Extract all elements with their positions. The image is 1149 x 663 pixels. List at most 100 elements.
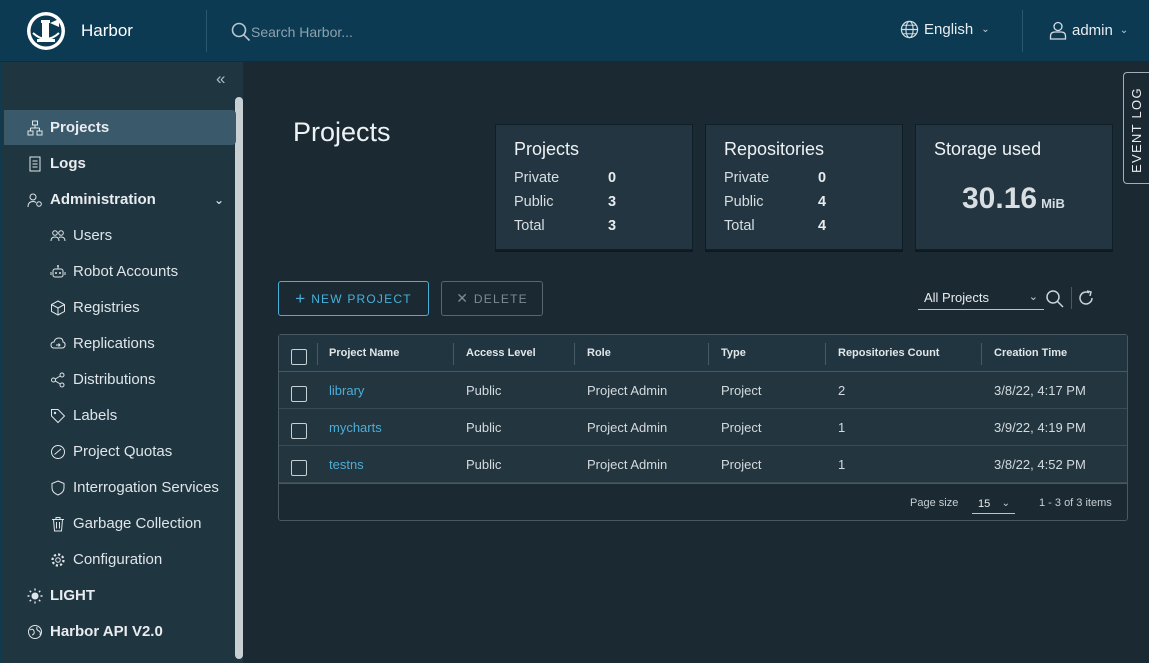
search-input[interactable] bbox=[251, 21, 551, 43]
projects-summary-card: Projects Private 0 Public 3 Total 3 bbox=[495, 124, 693, 250]
sidebar-item-labels[interactable]: Labels bbox=[4, 398, 236, 433]
delete-button[interactable]: ✕ DELETE bbox=[441, 281, 543, 316]
sidebar-item-garbage-collection[interactable]: Garbage Collection bbox=[4, 506, 236, 541]
sidebar-item-label: Users bbox=[73, 227, 113, 244]
column-header-type[interactable]: Type bbox=[721, 335, 746, 372]
app-name[interactable]: Harbor bbox=[81, 21, 133, 41]
user-menu[interactable]: admin ⌄ bbox=[1048, 20, 1128, 40]
harbor-logo-icon[interactable] bbox=[26, 11, 66, 51]
column-header-access-level[interactable]: Access Level bbox=[466, 335, 536, 372]
sidebar-item-users[interactable]: Users bbox=[4, 218, 236, 253]
card-label: Public bbox=[724, 194, 764, 210]
sidebar-item-label: Labels bbox=[73, 407, 118, 424]
toolbar-divider bbox=[1071, 287, 1072, 309]
sidebar-item-label: Distributions bbox=[73, 371, 156, 388]
header-divider bbox=[1022, 10, 1023, 52]
project-name-link[interactable]: testns bbox=[329, 446, 364, 483]
access-level-cell: Public bbox=[466, 457, 502, 472]
row-checkbox[interactable] bbox=[291, 423, 307, 439]
card-label: Private bbox=[724, 170, 770, 186]
sidebar-item-label: Harbor API V2.0 bbox=[50, 623, 163, 640]
sidebar-item-interrogation-services[interactable]: Interrogation Services bbox=[4, 470, 236, 505]
replications-icon bbox=[50, 336, 66, 348]
search-icon[interactable] bbox=[231, 22, 251, 42]
chevron-down-icon: ⌄ bbox=[1001, 498, 1010, 509]
double-chevron-left-icon[interactable]: « bbox=[216, 70, 236, 88]
column-divider[interactable] bbox=[453, 343, 454, 365]
new-project-button[interactable]: + NEW PROJECT bbox=[278, 281, 429, 316]
sidebar-item-registries[interactable]: Registries bbox=[4, 290, 236, 325]
sidebar-item-label: Garbage Collection bbox=[73, 515, 202, 532]
project-name-link[interactable]: mycharts bbox=[329, 409, 382, 446]
robot-icon bbox=[50, 264, 66, 277]
sidebar-item-robot-accounts[interactable]: Robot Accounts bbox=[4, 254, 236, 289]
column-divider[interactable] bbox=[825, 343, 826, 365]
trash-icon bbox=[52, 516, 64, 531]
distributions-icon bbox=[51, 372, 65, 387]
sidebar-item-label: Robot Accounts bbox=[73, 263, 179, 280]
column-header-project-name[interactable]: Project Name bbox=[329, 335, 399, 372]
sidebar-item-project-quotas[interactable]: Project Quotas bbox=[4, 434, 236, 469]
delete-label: DELETE bbox=[473, 291, 528, 306]
repositories-total-count[interactable]: 4 bbox=[818, 218, 826, 234]
sidebar-item-label: Logs bbox=[50, 155, 86, 172]
column-header-repositories-count[interactable]: Repositories Count bbox=[838, 335, 939, 372]
sidebar: « Projects Logs Administration ⌄ Users R… bbox=[0, 62, 243, 663]
projects-private-count[interactable]: 0 bbox=[608, 170, 616, 186]
table-row[interactable]: library Public Project Admin Project 2 3… bbox=[279, 372, 1127, 409]
page-size-value: 15 bbox=[978, 498, 991, 510]
row-checkbox[interactable] bbox=[291, 460, 307, 476]
card-label: Public bbox=[514, 194, 554, 210]
column-divider[interactable] bbox=[574, 343, 575, 365]
sidebar-item-replications[interactable]: Replications bbox=[4, 326, 236, 361]
column-header-role[interactable]: Role bbox=[587, 335, 611, 372]
sidebar-item-label: Registries bbox=[73, 299, 140, 316]
language-selector[interactable]: English ⌄ bbox=[900, 20, 990, 39]
sidebar-item-label: Projects bbox=[50, 119, 110, 136]
globe-icon bbox=[900, 20, 919, 39]
close-icon: ✕ bbox=[456, 290, 468, 306]
repositories-public-count[interactable]: 4 bbox=[818, 194, 826, 210]
sidebar-item-administration[interactable]: Administration ⌄ bbox=[4, 182, 236, 217]
column-header-creation-time[interactable]: Creation Time bbox=[994, 335, 1067, 372]
column-divider[interactable] bbox=[981, 343, 982, 365]
sidebar-item-distributions[interactable]: Distributions bbox=[4, 362, 236, 397]
access-level-cell: Public bbox=[466, 420, 502, 435]
row-checkbox[interactable] bbox=[291, 386, 307, 402]
table-row[interactable]: testns Public Project Admin Project 1 3/… bbox=[279, 446, 1127, 483]
sidebar-item-label: Administration bbox=[50, 191, 156, 208]
sidebar-item-label: LIGHT bbox=[50, 587, 95, 604]
logs-icon bbox=[29, 156, 41, 171]
repositories-count-cell: 1 bbox=[838, 457, 846, 472]
project-name-link[interactable]: library bbox=[329, 372, 364, 409]
repositories-count-cell: 2 bbox=[838, 383, 846, 398]
sidebar-item-theme-toggle[interactable]: LIGHT bbox=[4, 578, 236, 613]
project-filter-select[interactable]: All Projects ⌄ bbox=[918, 288, 1044, 310]
pagination-count: 1 - 3 of 3 items bbox=[1039, 497, 1112, 509]
storage-amount: 30.16 bbox=[962, 182, 1038, 215]
select-all-checkbox[interactable] bbox=[291, 349, 307, 365]
search-icon[interactable] bbox=[1045, 289, 1065, 309]
api-icon bbox=[28, 624, 42, 639]
repositories-private-count[interactable]: 0 bbox=[818, 170, 826, 186]
event-log-tab[interactable]: EVENT LOG bbox=[1123, 72, 1149, 184]
card-title: Projects bbox=[514, 139, 580, 159]
sidebar-item-logs[interactable]: Logs bbox=[4, 146, 236, 181]
sidebar-item-projects[interactable]: Projects bbox=[4, 110, 236, 145]
gear-icon bbox=[51, 552, 65, 567]
event-log-label: EVENT LOG bbox=[1129, 87, 1144, 173]
table-row[interactable]: mycharts Public Project Admin Project 1 … bbox=[279, 409, 1127, 446]
refresh-icon[interactable] bbox=[1076, 288, 1096, 308]
sidebar-item-configuration[interactable]: Configuration bbox=[4, 542, 236, 577]
page-size-select[interactable]: 15 ⌄ bbox=[972, 492, 1015, 514]
sidebar-scrollbar[interactable] bbox=[235, 97, 243, 659]
projects-public-count[interactable]: 3 bbox=[608, 194, 616, 210]
column-divider[interactable] bbox=[708, 343, 709, 365]
quotas-icon bbox=[51, 444, 65, 459]
projects-total-count[interactable]: 3 bbox=[608, 218, 616, 234]
storage-unit: MiB bbox=[1041, 196, 1065, 211]
storage-value: 30.16 MiB bbox=[962, 182, 1065, 216]
role-cell: Project Admin bbox=[587, 420, 668, 435]
role-cell: Project Admin bbox=[587, 457, 668, 472]
sidebar-item-harbor-api[interactable]: Harbor API V2.0 bbox=[4, 614, 236, 649]
